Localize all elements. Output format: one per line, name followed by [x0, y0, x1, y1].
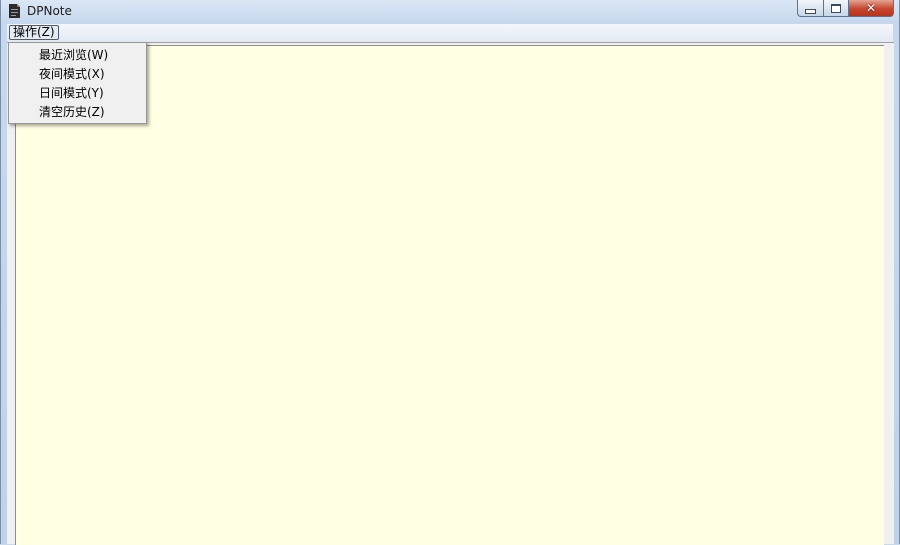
menu-bar: 操作(Z) — [7, 24, 893, 43]
close-button[interactable]: ✕ — [849, 0, 894, 17]
minimize-button[interactable] — [797, 0, 824, 17]
menu-item-night-mode[interactable]: 夜间模式(X) — [39, 65, 105, 82]
minimize-icon — [805, 8, 816, 14]
close-icon: ✕ — [865, 1, 877, 15]
menu-item-clear-history[interactable]: 清空历史(Z) — [39, 103, 105, 120]
title-bar[interactable]: DPNote ✕ — [1, 0, 899, 24]
document-icon — [9, 4, 20, 18]
menu-item-recent[interactable]: 最近浏览(W) — [39, 46, 108, 63]
menu-operate[interactable]: 操作(Z) — [9, 25, 59, 40]
app-window: DPNote ✕ 操作(Z) 最近浏览(W) 夜间模式(X) 日间模式(Y) 清… — [0, 0, 900, 545]
menu-item-day-mode[interactable]: 日间模式(Y) — [39, 84, 104, 101]
maximize-icon — [831, 3, 841, 13]
caption-buttons: ✕ — [797, 0, 894, 18]
operate-dropdown-menu: 最近浏览(W) 夜间模式(X) 日间模式(Y) 清空历史(Z) — [8, 42, 147, 124]
maximize-button[interactable] — [824, 0, 849, 17]
window-title: DPNote — [27, 4, 72, 18]
